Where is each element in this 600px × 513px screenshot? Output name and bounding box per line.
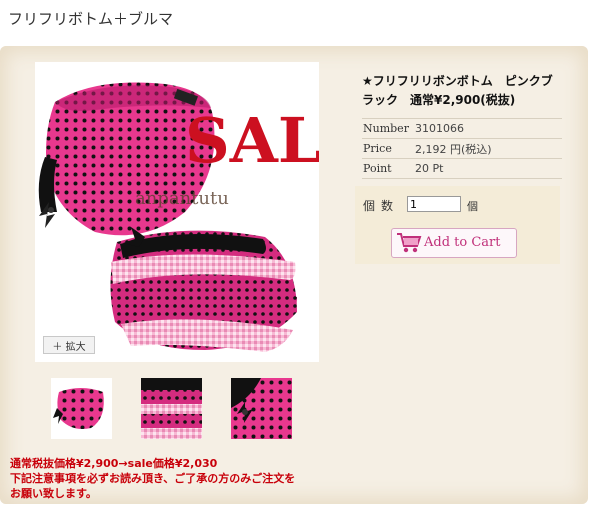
shopping-cart-icon [397, 233, 422, 253]
thumbnail-3[interactable] [231, 378, 292, 439]
main-product-photo[interactable]: SALE anpantutu ＋ 拡大 [35, 62, 319, 362]
thumbnail-1-image [51, 378, 112, 439]
thumbnail-1[interactable] [51, 378, 112, 439]
quantity-label: 個数 [363, 199, 400, 213]
watermark-text: anpantutu [135, 188, 229, 209]
spec-table: Number 3101066 Price 2,192 円(税込) Point 2… [362, 118, 562, 179]
spec-label: Number [363, 122, 409, 135]
notice-line-3: お願い致します。 [10, 487, 97, 500]
spec-row-price: Price 2,192 円(税込) [362, 139, 562, 159]
page-title: フリフリボトム＋ブルマ [8, 10, 174, 28]
spec-label: Point [363, 162, 392, 175]
add-to-cart-label: Add to Cart [424, 235, 501, 250]
spec-value: 20 Pt [415, 162, 444, 175]
quantity-input[interactable] [407, 196, 461, 212]
cart-box: 個数 個 Add to Cart [355, 186, 560, 264]
product-name: ★フリフリリボンボトム ピンクブラック 通常¥2,900(税抜) [362, 74, 553, 107]
zoom-button[interactable]: ＋ 拡大 [43, 336, 95, 354]
notice-line-2: 下記注意事項を必ずお読み頂き、ご了承の方のみご注文を [10, 472, 296, 485]
bloomers-illustration: SALE anpantutu [35, 62, 319, 362]
spec-value: 2,192 円(税込) [415, 142, 492, 156]
zoom-label: ＋ 拡大 [52, 341, 86, 353]
spec-label: Price [363, 142, 392, 155]
add-to-cart-button[interactable]: Add to Cart [391, 228, 517, 258]
spec-row-point: Point 20 Pt [362, 159, 562, 179]
spec-row-number: Number 3101066 [362, 119, 562, 139]
quantity-unit: 個 [467, 200, 478, 213]
notice-line-1: 通常税抜価格¥2,900→sale価格¥2,030 [10, 457, 218, 470]
thumbnail-2-image [141, 378, 202, 439]
product-info: ★フリフリリボンボトム ピンクブラック 通常¥2,900(税抜) Number … [362, 72, 562, 179]
sale-notice: 通常税抜価格¥2,900→sale価格¥2,030 下記注意事項を必ずお読み頂き… [10, 456, 340, 501]
thumbnail-3-image [231, 378, 292, 439]
spec-value: 3101066 [415, 122, 464, 135]
sale-text: SALE [185, 104, 319, 177]
thumbnail-2[interactable] [141, 378, 202, 439]
